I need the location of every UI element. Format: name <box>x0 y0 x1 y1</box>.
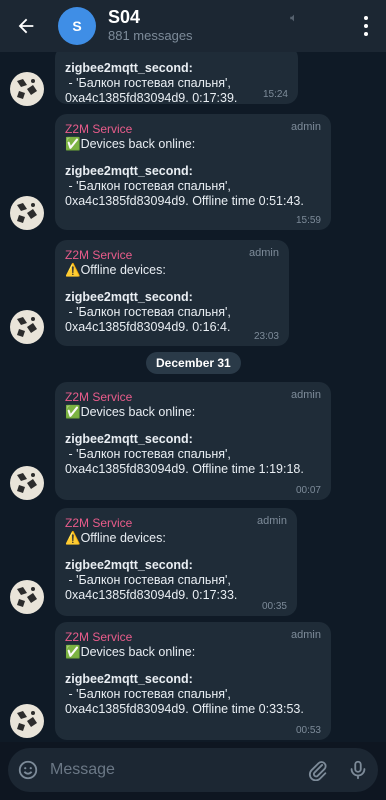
message-bubble[interactable]: Z2M Service admin ✅Devices back online: … <box>55 382 331 500</box>
message-line: zigbee2mqtt_second: <box>65 164 193 178</box>
message-input[interactable] <box>48 760 298 780</box>
microphone-button[interactable] <box>338 748 378 792</box>
message-bubble[interactable]: zigbee2mqtt_second: - 'Балкон гостевая с… <box>55 52 298 105</box>
message-line: 0xa4c1385fd83094d9. Offline time 0:33:53… <box>65 702 304 716</box>
bot-logo-icon <box>17 587 37 607</box>
message-line: 0xa4c1385fd83094d9. Offline time 1:19:18… <box>65 462 304 476</box>
sender-name: Z2M Service <box>65 516 133 530</box>
emoji-button[interactable] <box>8 748 48 792</box>
message-line: 0xa4c1385fd83094d9. Offline time 0:51:43… <box>65 194 304 208</box>
admin-badge: admin <box>291 389 321 401</box>
message-heading: ⚠️Offline devices: <box>65 531 166 545</box>
message-line: 0xa4c1385fd83094d9. 0:17:33. <box>65 588 238 602</box>
message-line: - 'Балкон гостевая спальня', <box>65 179 231 193</box>
bot-logo-icon <box>17 711 37 731</box>
message-time: 15:59 <box>295 215 321 226</box>
message-line: - 'Балкон гостевая спальня', <box>65 687 231 701</box>
message-heading: ⚠️Offline devices: <box>65 263 166 277</box>
message-list[interactable]: zigbee2mqtt_second: - 'Балкон гостевая с… <box>0 52 386 742</box>
message-line: 0xa4c1385fd83094d9. 0:17:39. <box>65 91 238 105</box>
sender-name: Z2M Service <box>65 630 133 644</box>
message-line: zigbee2mqtt_second: <box>65 672 193 686</box>
bot-avatar[interactable] <box>10 310 44 344</box>
message-time: 00:35 <box>261 601 287 612</box>
message-time: 00:53 <box>295 725 321 736</box>
message-line: zigbee2mqtt_second: <box>65 558 193 572</box>
chat-title: S04 <box>108 7 141 27</box>
message-line: zigbee2mqtt_second: <box>65 432 193 446</box>
paperclip-icon <box>308 761 327 781</box>
date-separator: December 31 <box>146 352 241 374</box>
message-time: 00:07 <box>295 485 321 496</box>
message-heading: ✅Devices back online: <box>65 137 196 151</box>
message-time: 23:03 <box>253 331 279 342</box>
message-time: 15:24 <box>262 89 288 100</box>
chat-title-block[interactable]: S04 881 messages <box>108 7 193 45</box>
avatar[interactable]: S <box>58 7 96 45</box>
message-line: - 'Балкон гостевая спальня', <box>65 573 231 587</box>
more-vertical-icon <box>364 14 368 38</box>
message-line: - 'Балкон гостевая спальня', <box>65 305 231 319</box>
message-bubble[interactable]: Z2M Service admin ✅Devices back online: … <box>55 114 331 230</box>
back-button[interactable] <box>0 0 52 52</box>
message-heading: ✅Devices back online: <box>65 645 196 659</box>
message-composer <box>8 748 378 792</box>
message-line: - 'Балкон гостевая спальня', <box>65 76 231 90</box>
microphone-icon <box>350 760 366 780</box>
admin-badge: admin <box>249 247 279 259</box>
message-bubble[interactable]: Z2M Service admin ✅Devices back online: … <box>55 622 331 740</box>
sender-name: Z2M Service <box>65 248 133 262</box>
bot-avatar[interactable] <box>10 196 44 230</box>
message-line: zigbee2mqtt_second: <box>65 290 193 304</box>
admin-badge: admin <box>257 515 287 527</box>
bot-logo-icon <box>17 473 37 493</box>
attach-button[interactable] <box>298 748 338 792</box>
arrow-left-icon <box>18 18 34 34</box>
sender-name: Z2M Service <box>65 122 133 136</box>
sender-name: Z2M Service <box>65 390 133 404</box>
message-bubble[interactable]: Z2M Service admin ⚠️Offline devices: zig… <box>55 240 289 346</box>
message-bubble[interactable]: Z2M Service admin ⚠️Offline devices: zig… <box>55 508 297 616</box>
message-line: 0xa4c1385fd83094d9. 0:16:4. <box>65 320 231 334</box>
admin-badge: admin <box>291 629 321 641</box>
bot-avatar[interactable] <box>10 580 44 614</box>
muted-speaker-icon <box>289 13 299 26</box>
message-line: - 'Балкон гостевая спальня', <box>65 447 231 461</box>
bot-avatar[interactable] <box>10 72 44 106</box>
message-line: zigbee2mqtt_second: <box>65 61 193 75</box>
bot-logo-icon <box>17 317 37 337</box>
admin-badge: admin <box>291 121 321 133</box>
chat-header: S S04 881 messages <box>0 0 386 52</box>
more-menu-button[interactable] <box>346 0 386 52</box>
bot-avatar[interactable] <box>10 704 44 738</box>
smiley-icon <box>18 760 38 780</box>
message-heading: ✅Devices back online: <box>65 405 196 419</box>
message-count: 881 messages <box>108 28 193 43</box>
bot-logo-icon <box>17 203 37 223</box>
bot-logo-icon <box>17 79 37 99</box>
bot-avatar[interactable] <box>10 466 44 500</box>
